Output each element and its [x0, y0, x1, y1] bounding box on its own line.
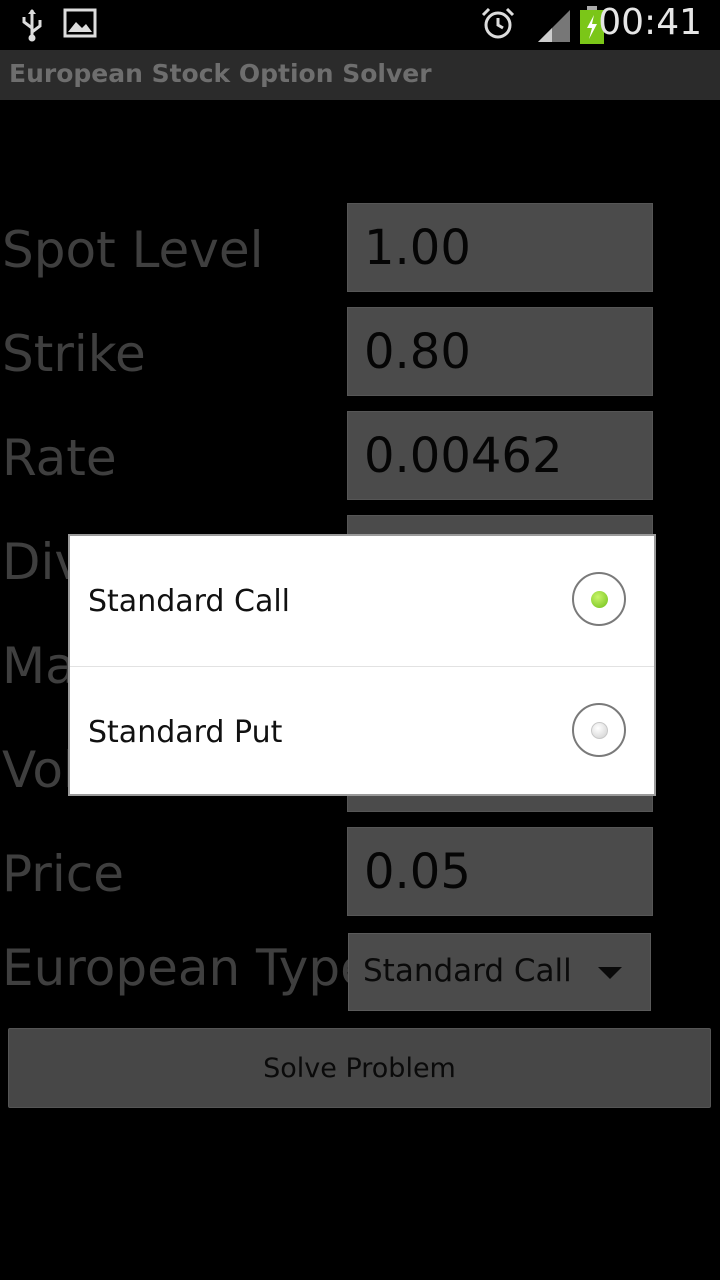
strike-input[interactable]: 0.80	[347, 307, 653, 396]
option-standard-call[interactable]: Standard Call	[70, 536, 654, 665]
dropdown-arrow-icon	[598, 967, 622, 979]
option-type-dialog: Standard Call Standard Put	[68, 534, 656, 796]
status-bar: 00:41	[0, 0, 720, 50]
radio-selected-icon[interactable]	[572, 572, 626, 626]
rate-label: Rate	[2, 429, 117, 487]
title-bar: European Stock Option Solver	[0, 50, 720, 100]
spot-level-label: Spot Level	[2, 221, 264, 279]
solve-problem-button[interactable]: Solve Problem	[8, 1028, 711, 1108]
signal-icon	[536, 10, 570, 46]
clock-time: 00:41	[598, 2, 702, 43]
european-type-dropdown[interactable]: Standard Call	[348, 933, 651, 1011]
option-standard-put[interactable]: Standard Put	[70, 667, 654, 796]
radio-dot-unselected	[591, 722, 608, 739]
price-label: Price	[2, 845, 124, 903]
image-icon	[63, 8, 97, 42]
usb-icon	[18, 8, 46, 46]
price-value: 0.05	[364, 844, 471, 900]
spot-level-input[interactable]: 1.00	[347, 203, 653, 292]
spot-level-value: 1.00	[364, 220, 471, 276]
option-label: Standard Put	[88, 715, 283, 750]
app-title: European Stock Option Solver	[9, 59, 432, 88]
strike-label: Strike	[2, 325, 146, 383]
european-type-label: European Type	[2, 939, 371, 997]
price-input[interactable]: 0.05	[347, 827, 653, 916]
rate-input[interactable]: 0.00462	[347, 411, 653, 500]
volatility-label: Vol	[2, 741, 77, 799]
option-label: Standard Call	[88, 584, 291, 619]
alarm-icon	[480, 6, 516, 46]
radio-dot-selected	[591, 591, 608, 608]
european-type-value: Standard Call	[363, 953, 572, 989]
maturity-label: Ma	[2, 637, 76, 695]
solve-problem-label: Solve Problem	[263, 1053, 456, 1084]
radio-unselected-icon[interactable]	[572, 703, 626, 757]
rate-value: 0.00462	[364, 428, 563, 484]
strike-value: 0.80	[364, 324, 471, 380]
